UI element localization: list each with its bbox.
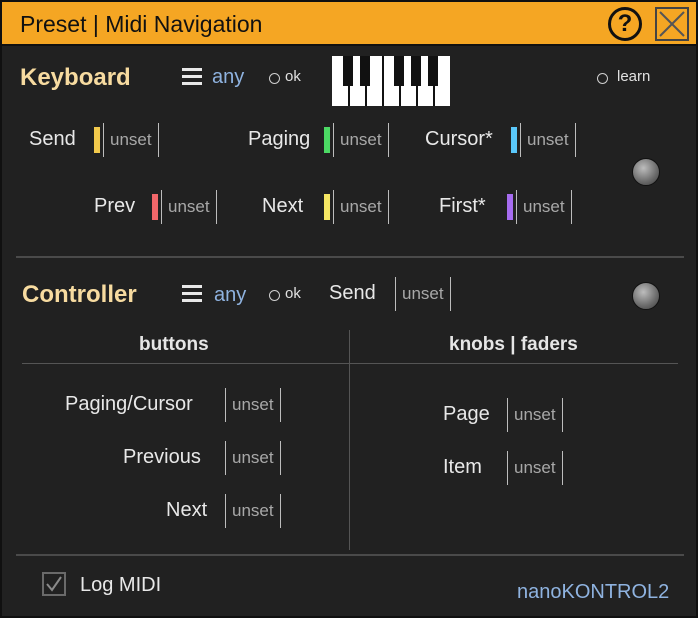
knobs-column-header: knobs | faders bbox=[449, 334, 578, 355]
keyboard-filter[interactable]: any bbox=[212, 66, 244, 89]
learn-label: learn bbox=[617, 68, 651, 85]
question-circle-icon: ? bbox=[617, 10, 633, 37]
page-label: Page bbox=[443, 403, 490, 425]
next-assign-field[interactable]: unset bbox=[333, 190, 389, 224]
help-button[interactable]: ? bbox=[608, 7, 642, 41]
keyboard-menu-icon[interactable] bbox=[182, 68, 202, 86]
log-midi-checkbox[interactable] bbox=[42, 572, 66, 596]
paging-cursor-field[interactable]: unset bbox=[225, 388, 281, 422]
cursor-label: Cursor* bbox=[425, 128, 493, 150]
keyboard-activity-led bbox=[632, 158, 660, 186]
checkmark-icon bbox=[46, 576, 62, 592]
controller-activity-led bbox=[632, 282, 660, 310]
close-button[interactable] bbox=[655, 7, 689, 41]
controller-ok-label: ok bbox=[285, 285, 301, 302]
keyboard-section-title: Keyboard bbox=[20, 64, 131, 91]
controller-filter[interactable]: any bbox=[214, 284, 246, 307]
item-label: Item bbox=[443, 456, 482, 478]
item-field[interactable]: unset bbox=[507, 451, 563, 485]
keyboard-ok-radio[interactable] bbox=[269, 73, 280, 84]
section-divider bbox=[16, 256, 684, 258]
paging-cursor-label: Paging/Cursor bbox=[65, 393, 193, 415]
first-color-swatch bbox=[507, 194, 513, 220]
learn-radio[interactable] bbox=[597, 73, 608, 84]
paging-assign-field[interactable]: unset bbox=[333, 123, 389, 157]
paging-color-swatch bbox=[324, 127, 330, 153]
title-bar: Preset | Midi Navigation ? bbox=[2, 2, 696, 46]
cursor-color-swatch bbox=[511, 127, 517, 153]
piano-keys-icon[interactable] bbox=[332, 56, 450, 106]
send-assign-field[interactable]: unset bbox=[103, 123, 159, 157]
send-label: Send bbox=[29, 128, 76, 150]
prev-color-swatch bbox=[152, 194, 158, 220]
log-midi-label: Log MIDI bbox=[80, 574, 162, 596]
controller-section-title: Controller bbox=[22, 281, 137, 308]
controller-ok-radio[interactable] bbox=[269, 290, 280, 301]
next-color-swatch bbox=[324, 194, 330, 220]
paging-label: Paging bbox=[248, 128, 311, 150]
send-color-swatch bbox=[94, 127, 100, 153]
window-title: Preset | Midi Navigation bbox=[20, 11, 263, 37]
next-button-field[interactable]: unset bbox=[225, 494, 281, 528]
preset-window: Preset | Midi Navigation ? Keyboard any … bbox=[0, 0, 698, 618]
columns-header-divider bbox=[22, 363, 678, 364]
footer-divider bbox=[16, 554, 684, 556]
device-name: nanoKONTROL2 bbox=[517, 581, 670, 603]
first-label: First* bbox=[439, 195, 486, 217]
previous-field[interactable]: unset bbox=[225, 441, 281, 475]
prev-label: Prev bbox=[94, 195, 136, 217]
close-x-icon bbox=[659, 11, 685, 37]
controller-send-label: Send bbox=[329, 282, 376, 304]
controller-menu-icon[interactable] bbox=[182, 285, 202, 303]
first-assign-field[interactable]: unset bbox=[516, 190, 572, 224]
prev-assign-field[interactable]: unset bbox=[161, 190, 217, 224]
page-field[interactable]: unset bbox=[507, 398, 563, 432]
buttons-column-header: buttons bbox=[139, 334, 209, 355]
next-label: Next bbox=[262, 195, 304, 217]
keyboard-ok-label: ok bbox=[285, 68, 301, 85]
controller-send-field[interactable]: unset bbox=[395, 277, 451, 311]
previous-label: Previous bbox=[123, 446, 201, 468]
next-button-label: Next bbox=[166, 499, 208, 521]
columns-divider bbox=[349, 330, 350, 550]
cursor-assign-field[interactable]: unset bbox=[520, 123, 576, 157]
